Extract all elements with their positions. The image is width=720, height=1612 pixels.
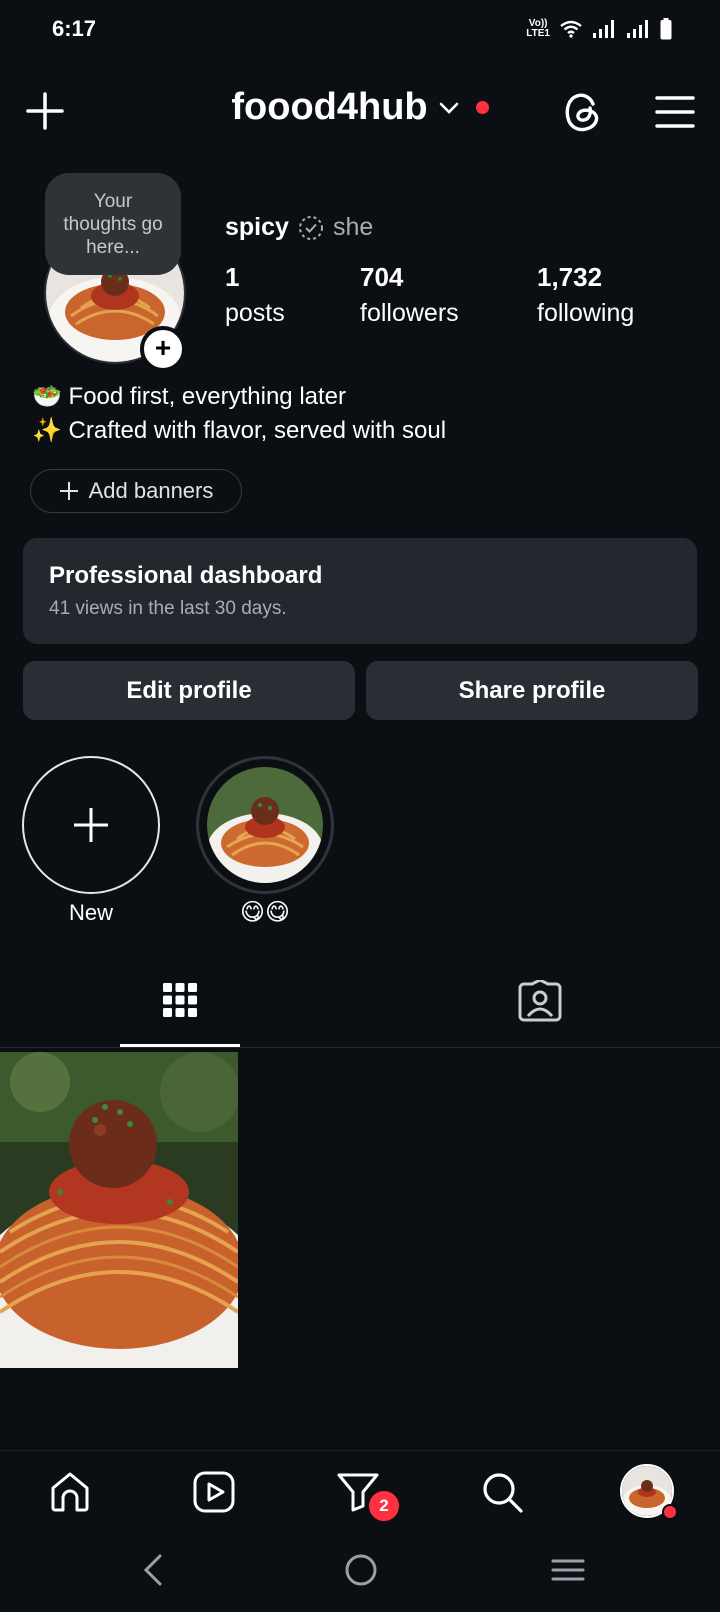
notification-badge: 2	[366, 1488, 402, 1524]
home-circle-icon[interactable]	[343, 1552, 379, 1588]
volte-bottom: LTE1	[526, 28, 550, 39]
home-icon	[51, 1472, 89, 1512]
note-bubble[interactable]: Your thoughts go here...	[45, 173, 181, 275]
verification-pending-icon[interactable]	[297, 214, 325, 242]
display-name: spicy	[225, 213, 289, 241]
highlight-label: 😋😋	[239, 899, 291, 926]
search-tab[interactable]	[478, 1468, 526, 1516]
chevron-down-icon[interactable]	[438, 101, 460, 115]
stat-label: followers	[360, 299, 459, 327]
add-banners-button[interactable]: Add banners	[30, 469, 242, 513]
tagged-tab-icon[interactable]	[518, 980, 562, 1022]
tabs-divider	[0, 1047, 720, 1048]
new-highlight-button[interactable]	[22, 756, 160, 894]
stat-label: following	[537, 299, 635, 327]
account-switcher[interactable]: foood4hub	[0, 86, 720, 129]
status-icons: Vo)) LTE1	[526, 18, 672, 40]
plus-icon	[74, 808, 108, 842]
recents-icon[interactable]	[550, 1552, 586, 1588]
add-banners-label: Add banners	[88, 478, 214, 503]
note-text: Your thoughts go here...	[63, 190, 163, 258]
battery-icon	[660, 18, 672, 40]
profile-notification-dot	[662, 1504, 678, 1520]
pronouns: she	[332, 213, 374, 241]
volte-indicator: Vo)) LTE1	[526, 19, 550, 39]
reels-tab[interactable]	[190, 1468, 238, 1516]
stat-followers[interactable]: 704 followers	[360, 262, 459, 328]
story-highlight[interactable]	[196, 756, 334, 894]
add-story-button[interactable]: +	[140, 326, 186, 372]
signal-icon-1	[593, 20, 614, 38]
threads-icon[interactable]	[562, 90, 604, 134]
plus-icon	[59, 482, 78, 500]
stat-value: 1,732	[537, 262, 603, 292]
stat-value: 704	[360, 262, 404, 292]
stat-following[interactable]: 1,732 following	[537, 262, 634, 328]
grid-post[interactable]	[0, 1052, 238, 1368]
bio-line: 🥗 Food first, everything later	[32, 383, 347, 410]
edit-profile-button[interactable]: Edit profile	[23, 661, 355, 720]
search-icon	[483, 1473, 523, 1513]
share-profile-button[interactable]: Share profile	[366, 661, 698, 720]
dashboard-title: Professional dashboard	[49, 562, 323, 589]
stat-posts[interactable]: 1 posts	[225, 262, 285, 328]
reels-icon	[193, 1471, 235, 1513]
highlight-cover	[207, 767, 323, 883]
signal-icon-2	[627, 20, 648, 38]
stat-label: posts	[225, 299, 285, 327]
status-time: 6:17	[52, 16, 97, 41]
unread-dot	[475, 101, 489, 114]
stat-value: 1	[225, 262, 240, 292]
username-title[interactable]: foood4hub	[231, 86, 427, 129]
back-icon[interactable]	[140, 1552, 166, 1588]
highlight-label: New	[68, 900, 113, 925]
name-line: spicy she	[225, 213, 373, 242]
bio-line: ✨ Crafted with flavor, served with soul	[32, 417, 447, 444]
home-tab[interactable]	[46, 1468, 94, 1516]
menu-icon[interactable]	[655, 95, 695, 129]
nav-divider	[0, 1450, 720, 1451]
wifi-icon	[560, 20, 582, 38]
dashboard-subtitle: 41 views in the last 30 days.	[49, 598, 287, 619]
professional-dashboard[interactable]: Professional dashboard 41 views in the l…	[23, 538, 697, 644]
grid-tab-icon[interactable]	[162, 982, 198, 1018]
bio: 🥗 Food first, everything later ✨ Crafted…	[32, 380, 446, 448]
